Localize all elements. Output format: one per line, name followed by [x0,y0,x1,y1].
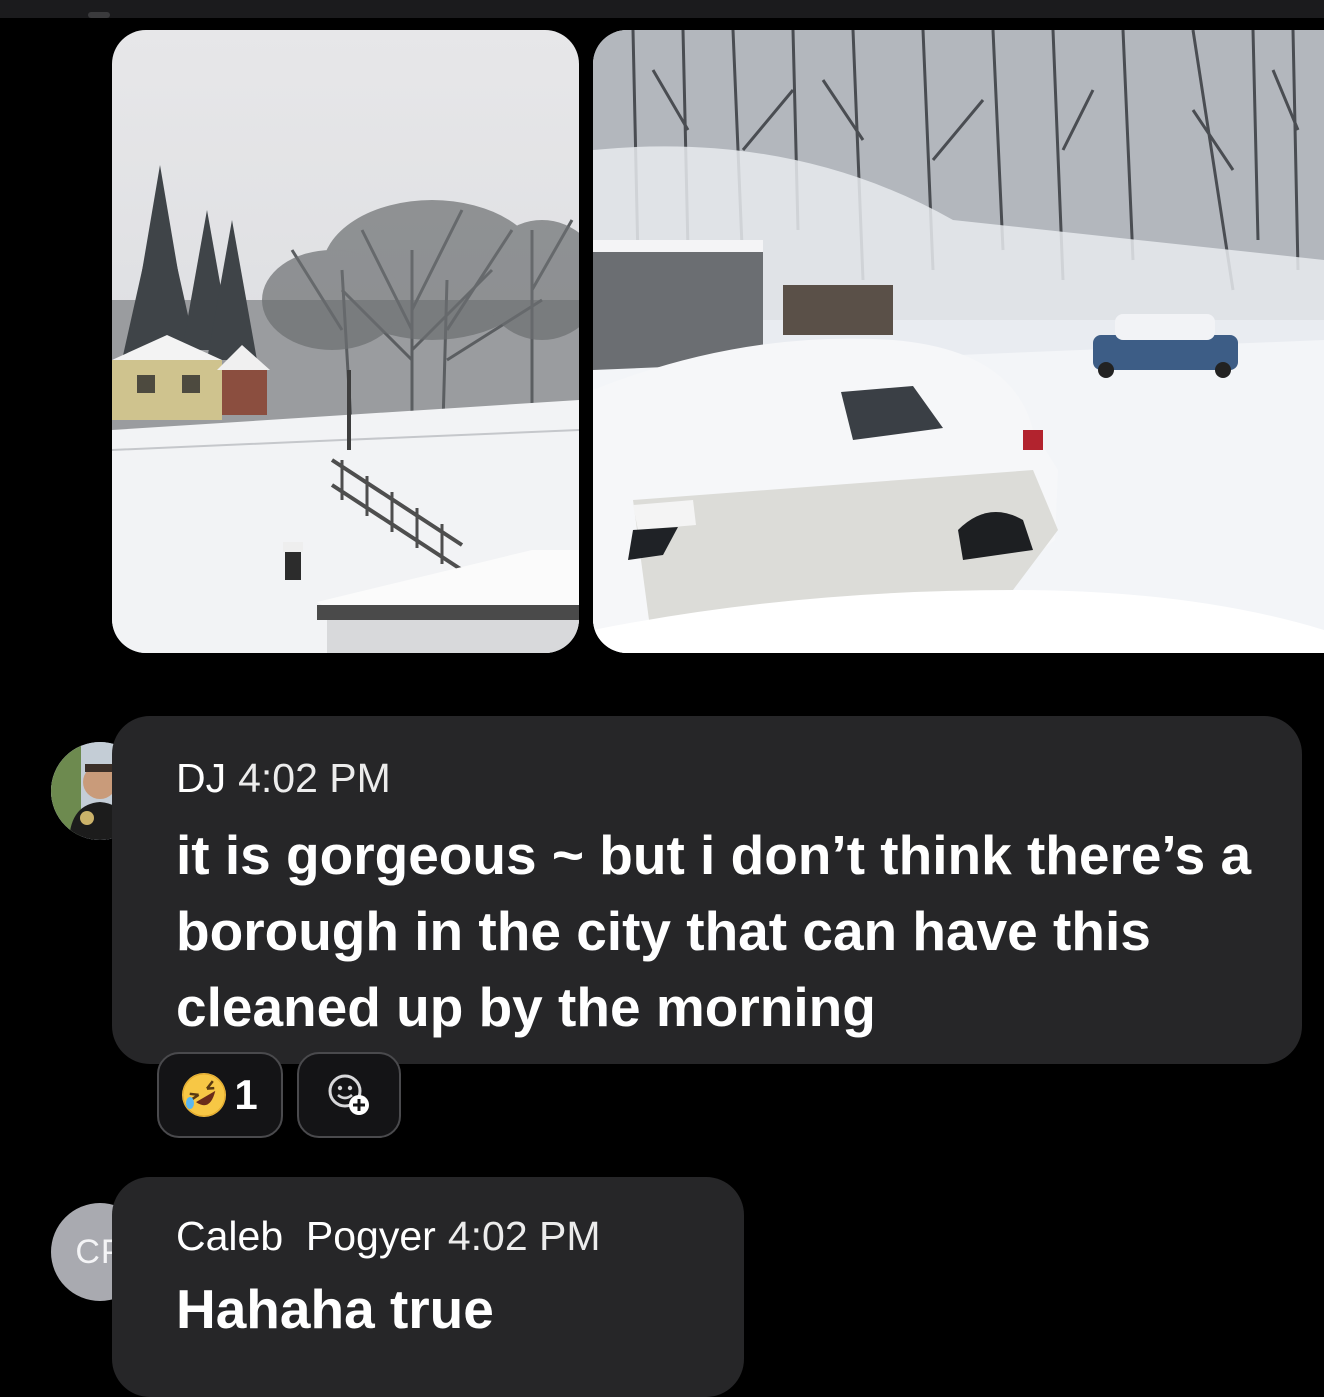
rolling-on-floor-laughing-icon [182,1073,227,1117]
sender-name[interactable]: Caleb Pogyer [176,1213,436,1259]
message-bubble-dj[interactable]: DJ 4:02 PM it is gorgeous ~ but i don’t t… [112,716,1302,1064]
message-text: Hahaha true [176,1278,494,1340]
photo-attachment-snowy-yard[interactable] [112,30,579,653]
photo-attachment-snow-covered-car[interactable] [593,30,1324,653]
message-text: it is gorgeous ~ but i don’t think there… [176,824,1252,1038]
reaction-laugh-button[interactable]: 1 [157,1052,283,1138]
message-header: Caleb Pogyer 4:02 PM [176,1212,601,1260]
message-time: 4:02 PM [238,755,391,801]
add-reaction-button[interactable] [297,1052,401,1138]
message-header: DJ 4:02 PM [176,754,391,802]
sender-name[interactable]: DJ [176,755,226,801]
message-time: 4:02 PM [447,1213,601,1259]
snow-covered-car-image [593,30,1324,653]
message-bubble-caleb[interactable]: Caleb Pogyer 4:02 PM Hahaha true [112,1177,744,1397]
top-bar [0,0,1324,18]
snowy-yard-image [112,30,579,653]
reaction-count: 1 [234,1071,258,1118]
add-reaction-icon [328,1074,369,1115]
top-bar-indicator [88,12,110,18]
